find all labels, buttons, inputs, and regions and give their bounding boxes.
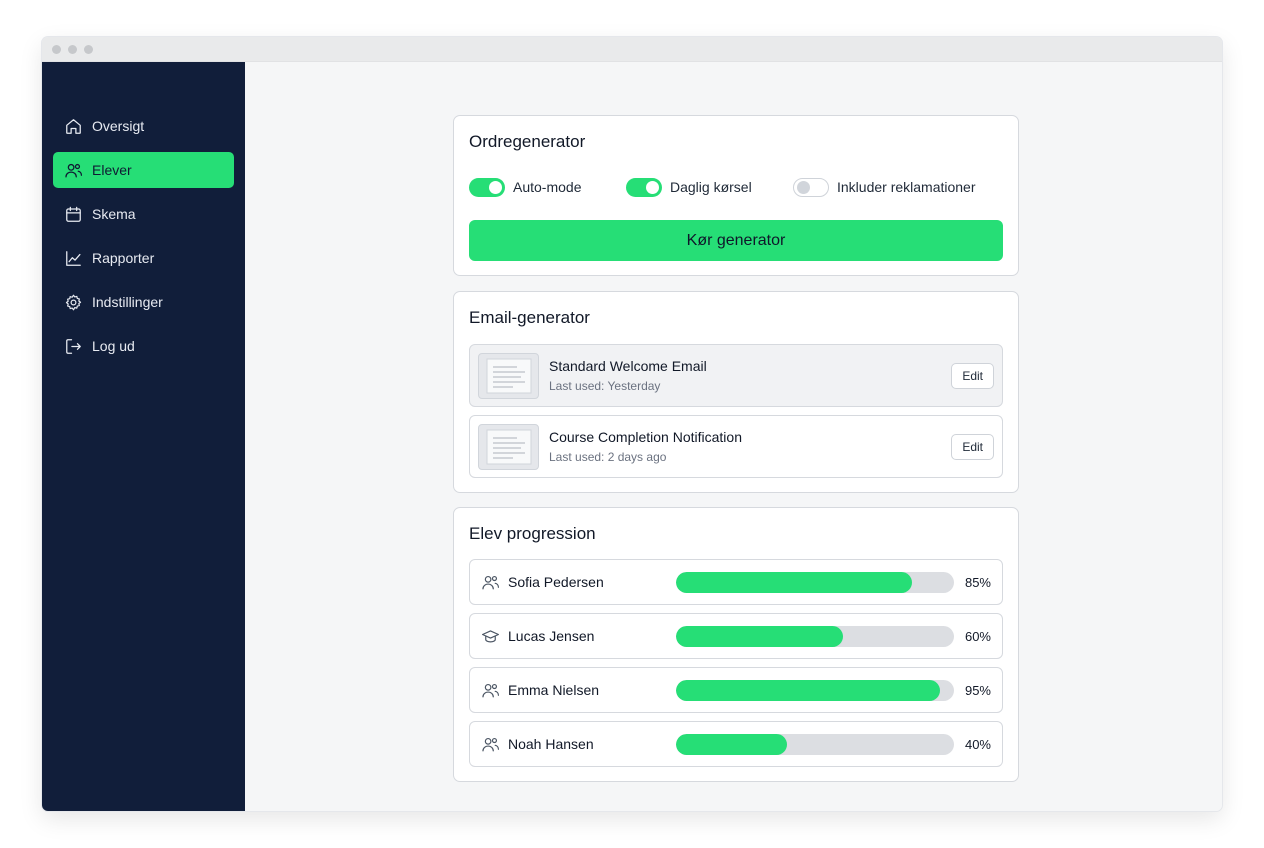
student-progress-row[interactable]: Lucas Jensen 60% <box>469 613 1003 659</box>
progress-bar <box>676 571 954 593</box>
users-icon <box>65 163 83 177</box>
toggle-switch[interactable] <box>626 177 662 197</box>
progress-percent: 40% <box>964 736 991 752</box>
toggle-switch[interactable] <box>469 177 505 197</box>
sidebar-item-label: Elever <box>92 162 132 178</box>
toggle-group: Auto-mode Daglig kørsel Inkluder reklama… <box>469 177 1003 197</box>
template-name: Standard Welcome Email <box>549 358 707 374</box>
progress-bar-fill <box>676 571 913 593</box>
window-close-dot[interactable] <box>52 44 61 54</box>
progress-bar-fill <box>676 679 941 701</box>
order-generator-card: Ordregenerator Auto-mode Daglig kørsel I… <box>453 115 1019 276</box>
template-name: Course Completion Notification <box>549 429 742 445</box>
sidebar-item-indstillinger[interactable]: Indstillinger <box>53 284 234 320</box>
student-progress-row[interactable]: Emma Nielsen 95% <box>469 667 1003 713</box>
email-generator-title: Email-generator <box>469 308 590 327</box>
student-progress-row[interactable]: Sofia Pedersen 85% <box>469 559 1003 605</box>
chart-line-icon <box>66 250 81 266</box>
home-icon <box>66 118 81 134</box>
user-icon <box>482 575 500 589</box>
student-name: Lucas Jensen <box>508 628 595 644</box>
sidebar-item-oversigt[interactable]: Oversigt <box>53 108 234 144</box>
student-progress-row[interactable]: Noah Hansen 40% <box>469 721 1003 767</box>
document-thumbnail-icon <box>478 423 539 470</box>
user-icon <box>482 683 500 697</box>
sidebar-item-log-ud[interactable]: Log ud <box>53 328 234 364</box>
toggle-label: Daglig kørsel <box>670 179 752 195</box>
run-generator-button[interactable]: Kør generator <box>469 220 1003 261</box>
sidebar-item-elever[interactable]: Elever <box>53 152 234 188</box>
window-maximize-dot[interactable] <box>84 44 93 54</box>
template-last-used: Last used: Yesterday <box>549 379 661 393</box>
progression-title: Elev progression <box>469 524 596 543</box>
student-name: Noah Hansen <box>508 736 594 752</box>
user-icon <box>482 737 500 751</box>
progress-bar-fill <box>676 733 788 755</box>
graduation-cap-icon <box>481 629 500 642</box>
sidebar-item-label: Oversigt <box>92 118 145 134</box>
toggle-auto-mode[interactable]: Auto-mode <box>469 177 626 197</box>
toggle-switch[interactable] <box>793 177 829 197</box>
progress-percent: 60% <box>964 628 991 644</box>
email-generator-card: Email-generator Standard Welcome Email L… <box>453 291 1019 493</box>
edit-template-button[interactable]: Edit <box>951 362 994 389</box>
app-window: Oversigt Elever Skema Rapporter Indstill… <box>42 37 1222 811</box>
student-name: Sofia Pedersen <box>508 574 604 590</box>
toggle-daglig-korsel[interactable]: Daglig kørsel <box>626 177 793 197</box>
sidebar-item-label: Skema <box>92 206 136 222</box>
progress-percent: 85% <box>964 574 991 590</box>
progress-bar <box>676 625 954 647</box>
template-last-used: Last used: 2 days ago <box>549 450 667 464</box>
progress-percent: 95% <box>964 682 991 698</box>
sidebar-item-label: Log ud <box>92 338 135 354</box>
email-template-item[interactable]: Standard Welcome Email Last used: Yester… <box>469 344 1003 407</box>
toggle-inkluder-reklamationer[interactable]: Inkluder reklamationer <box>793 177 976 197</box>
sidebar-item-rapporter[interactable]: Rapporter <box>53 240 234 276</box>
toggle-label: Inkluder reklamationer <box>837 179 976 195</box>
window-titlebar <box>42 37 1222 62</box>
toggle-label: Auto-mode <box>513 179 582 195</box>
email-template-item[interactable]: Course Completion Notification Last used… <box>469 415 1003 478</box>
sidebar: Oversigt Elever Skema Rapporter Indstill… <box>42 62 245 811</box>
sidebar-item-label: Indstillinger <box>92 294 163 310</box>
progress-bar <box>676 733 954 755</box>
student-progression-card: Elev progression Sofia Pedersen 85% Luca… <box>453 507 1019 782</box>
sidebar-item-label: Rapporter <box>92 250 155 266</box>
progress-bar <box>676 679 954 701</box>
logout-icon <box>66 338 81 354</box>
document-thumbnail-icon <box>478 352 539 399</box>
edit-template-button[interactable]: Edit <box>951 433 994 460</box>
order-generator-title: Ordregenerator <box>469 132 586 151</box>
main-content: Ordregenerator Auto-mode Daglig kørsel I… <box>245 62 1222 811</box>
gear-icon <box>65 294 82 310</box>
sidebar-item-skema[interactable]: Skema <box>53 196 234 232</box>
student-name: Emma Nielsen <box>508 682 600 698</box>
calendar-icon <box>66 206 81 222</box>
window-minimize-dot[interactable] <box>68 44 77 54</box>
progress-bar-fill <box>676 625 843 647</box>
